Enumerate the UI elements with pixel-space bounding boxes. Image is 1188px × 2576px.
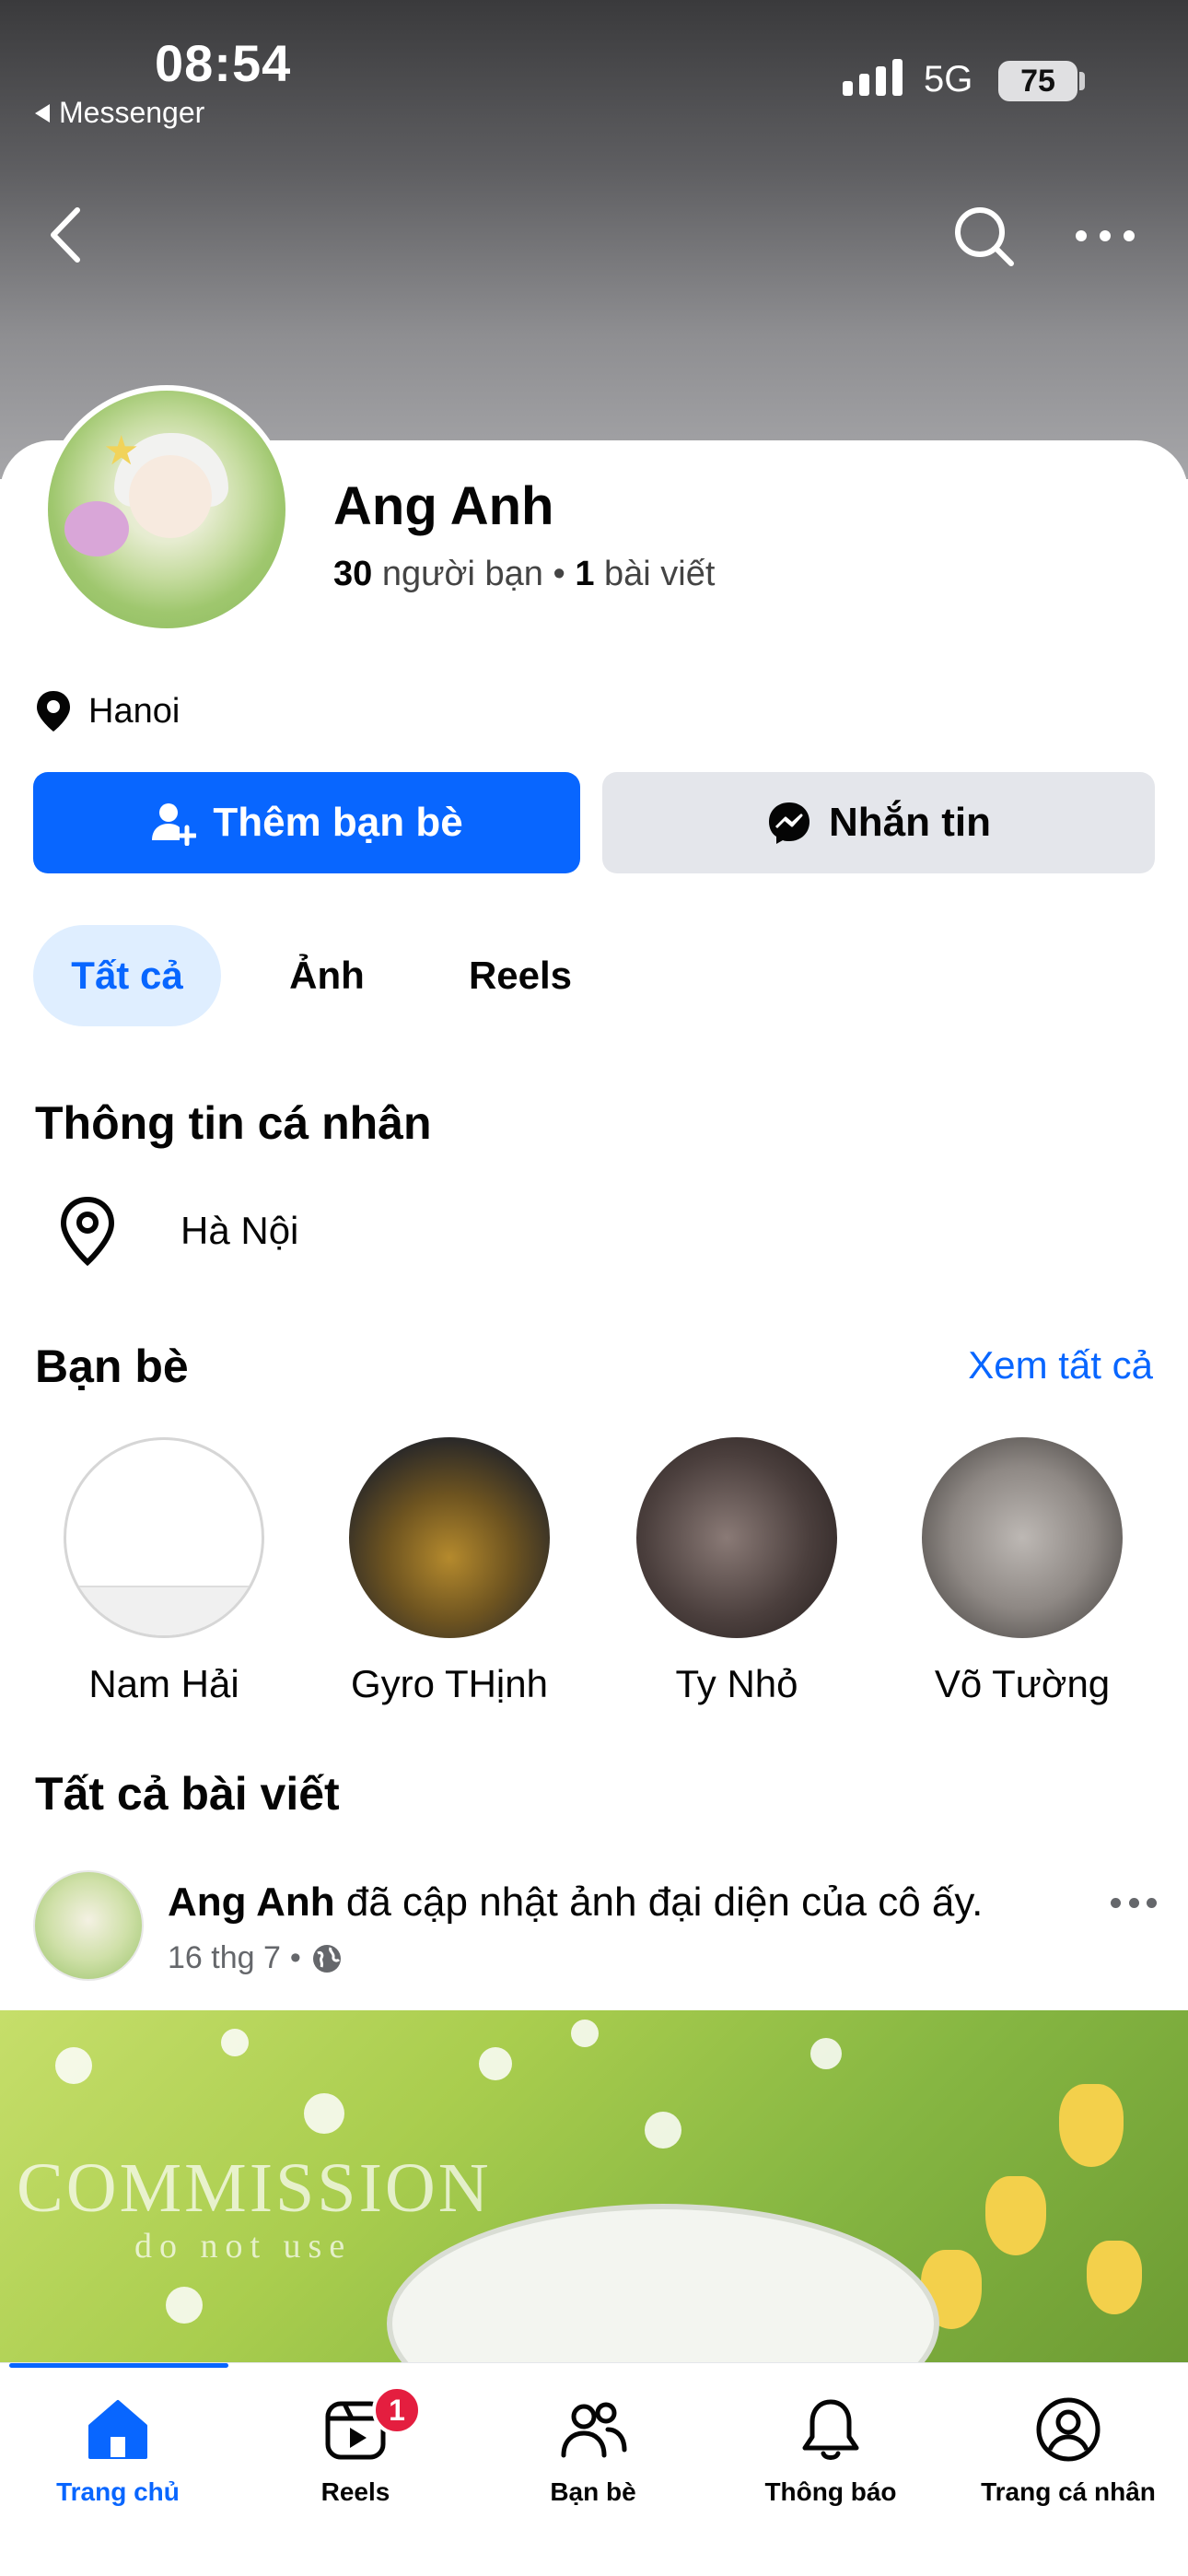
more-options-icon[interactable]: [1076, 217, 1135, 254]
dress-frill: [387, 2204, 939, 2370]
tab-photos[interactable]: Ảnh: [258, 925, 396, 1026]
friends-icon: [561, 2402, 627, 2458]
post-image[interactable]: COMMISSION do not use: [0, 2010, 1188, 2370]
watermark-line1: COMMISSION: [17, 2149, 492, 2227]
tabbar-profile[interactable]: Trang cá nhân: [958, 2395, 1179, 2507]
post-headline: Ang Anh đã cập nhật ảnh đại diện của cô …: [168, 1879, 983, 1926]
post-author-avatar[interactable]: [33, 1870, 144, 1981]
active-tab-indicator: [9, 2363, 228, 2368]
friend-name: Nam Hải: [88, 1662, 239, 1705]
friend-name: Ty Nhỏ: [675, 1662, 798, 1705]
post-author-name[interactable]: Ang Anh: [168, 1879, 335, 1925]
add-friend-button[interactable]: Thêm bạn bè: [33, 772, 580, 873]
city-text: Hà Nội: [181, 1209, 299, 1252]
status-bar: 08:54 Messenger 5G 75: [0, 0, 1188, 129]
tabbar-profile-label: Trang cá nhân: [981, 2477, 1156, 2506]
back-to-app-link[interactable]: Messenger: [35, 96, 204, 130]
home-icon: [88, 2400, 147, 2459]
location-row: Hanoi: [35, 689, 180, 733]
profile-avatar[interactable]: ★: [42, 385, 291, 634]
profile-counts: 30 người bạn • 1 bài viết: [333, 555, 715, 594]
personal-info-title: Thông tin cá nhân: [35, 1097, 432, 1149]
posts-label: bài viết: [604, 555, 716, 593]
friends-title: Bạn bè: [35, 1341, 189, 1392]
friends-count[interactable]: 30: [333, 555, 372, 593]
avatar-image: ★: [48, 391, 285, 628]
status-time: 08:54: [155, 34, 292, 92]
friend-avatar: [922, 1437, 1123, 1638]
friend-name: Võ Tường: [934, 1662, 1111, 1705]
location-pin-icon: [37, 691, 70, 732]
personal-info-city-row: Hà Nội: [59, 1196, 298, 1266]
location-text: Hanoi: [88, 691, 181, 731]
tabbar-reels-label: Reels: [320, 2477, 390, 2506]
search-icon[interactable]: [950, 203, 1017, 269]
post-action-text: đã cập nhật ảnh đại diện của cô ấy.: [345, 1879, 984, 1925]
all-posts-title: Tất cả bài viết: [35, 1768, 340, 1820]
add-friend-icon: [152, 803, 197, 846]
friend-avatar: [349, 1437, 550, 1638]
friends-label[interactable]: người bạn: [382, 555, 543, 593]
message-button[interactable]: Nhắn tin: [602, 772, 1155, 873]
watermark-line2: do not use: [134, 2227, 353, 2266]
posts-count: 1: [575, 555, 595, 593]
tabbar-notifications[interactable]: Thông báo: [720, 2395, 941, 2507]
post-date[interactable]: 16 thg 7: [168, 1940, 281, 1976]
signal-icon: [843, 59, 903, 96]
friend-card[interactable]: Ty Nhỏ: [599, 1437, 875, 1706]
tabbar-friends-label: Bạn bè: [550, 2477, 636, 2506]
back-triangle-icon: [35, 103, 50, 123]
friend-card[interactable]: Nam Hải: [26, 1437, 302, 1706]
tabbar-notifications-label: Thông báo: [764, 2477, 897, 2506]
back-app-label: Messenger: [59, 96, 205, 129]
messenger-icon: [769, 802, 809, 844]
add-friend-label: Thêm bạn bè: [213, 800, 463, 845]
friend-card[interactable]: Gyro THịnh: [311, 1437, 588, 1706]
battery-icon: 75: [998, 61, 1077, 101]
battery-level: 75: [1020, 63, 1055, 99]
friend-avatar: [636, 1437, 837, 1638]
globe-icon: [312, 1944, 341, 1973]
post-meta-dot: •: [289, 1940, 301, 1975]
profile-icon: [1036, 2397, 1101, 2462]
tabbar-home-label: Trang chủ: [56, 2477, 180, 2506]
bell-icon: [802, 2399, 859, 2460]
friend-card[interactable]: Võ Tường: [884, 1437, 1160, 1706]
post-meta: 16 thg 7 •: [168, 1940, 344, 1976]
battery-cap: [1079, 72, 1085, 90]
network-type: 5G: [924, 59, 973, 100]
friend-avatar: [64, 1437, 264, 1638]
count-separator: •: [553, 555, 565, 593]
post-header: Ang Anh đã cập nhật ảnh đại diện của cô …: [33, 1870, 1157, 1990]
tab-reels[interactable]: Reels: [424, 925, 617, 1026]
tabbar-friends[interactable]: Bạn bè: [483, 2395, 704, 2507]
star-decoration: ★: [103, 428, 140, 474]
tabbar-reels[interactable]: 1 Reels: [245, 2385, 466, 2507]
back-icon[interactable]: [42, 203, 88, 267]
bottom-tab-bar: Trang chủ 1 Reels Bạn bè Thông báo Trang…: [0, 2362, 1188, 2576]
tabbar-home[interactable]: Trang chủ: [7, 2395, 228, 2507]
message-label: Nhắn tin: [829, 800, 991, 845]
post-more-options-icon[interactable]: [1111, 1898, 1157, 1911]
see-all-friends-link[interactable]: Xem tất cả: [968, 1343, 1153, 1388]
friend-name: Gyro THịnh: [351, 1662, 548, 1705]
profile-name: Ang Anh: [333, 476, 554, 536]
reels-badge: 1: [372, 2385, 422, 2435]
tab-all[interactable]: Tất cả: [33, 925, 221, 1026]
location-pin-icon: [60, 1196, 115, 1266]
